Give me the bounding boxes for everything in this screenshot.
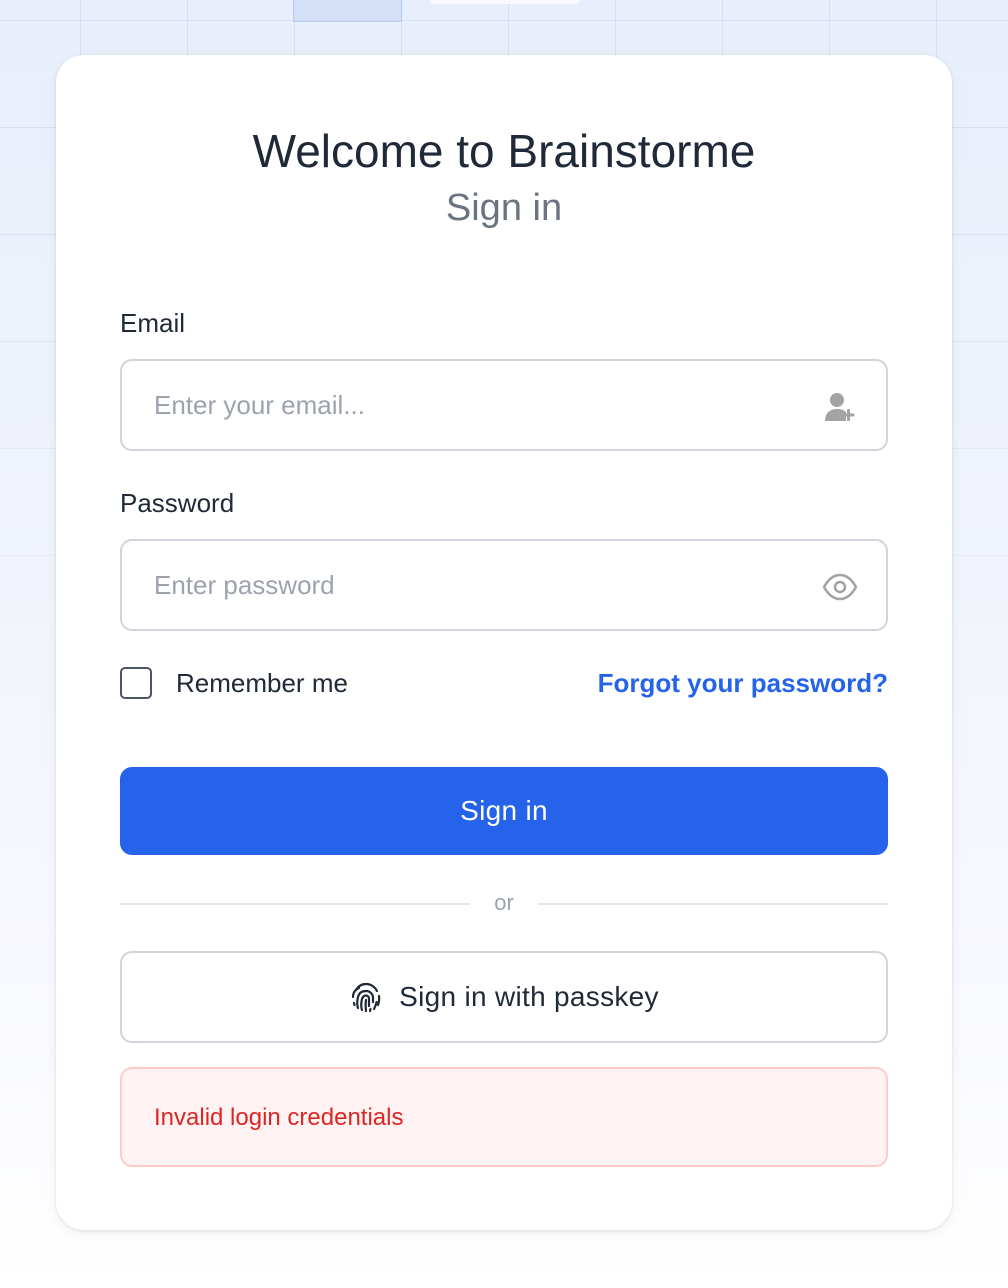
remember-me-checkbox[interactable]	[120, 667, 152, 699]
sign-in-button[interactable]: Sign in	[120, 767, 888, 855]
forgot-password-link[interactable]: Forgot your password?	[598, 667, 888, 699]
error-message: Invalid login credentials	[154, 1104, 404, 1131]
background-pill	[430, 0, 580, 4]
password-label: Password	[120, 488, 235, 518]
page-title: Welcome to Brainstorme	[252, 125, 756, 177]
page-subtitle: Sign in	[445, 187, 563, 229]
fingerprint-icon	[349, 980, 383, 1014]
divider-line-right	[538, 903, 888, 905]
email-label: Email	[120, 308, 186, 338]
passkey-sign-in-button[interactable]: Sign in with passkey	[120, 951, 888, 1043]
user-plus-icon	[822, 389, 858, 425]
login-card: Welcome to Brainstorme Sign in Email Pas…	[56, 55, 952, 1230]
email-input[interactable]	[154, 361, 794, 449]
password-field[interactable]	[120, 539, 888, 631]
error-alert: Invalid login credentials	[120, 1067, 888, 1167]
email-field[interactable]	[120, 359, 888, 451]
background-highlight-tile	[293, 0, 402, 22]
passkey-button-label: Sign in with passkey	[399, 981, 659, 1012]
password-input[interactable]	[154, 541, 794, 629]
eye-icon[interactable]	[822, 569, 858, 605]
remember-me-label[interactable]: Remember me	[176, 667, 348, 699]
